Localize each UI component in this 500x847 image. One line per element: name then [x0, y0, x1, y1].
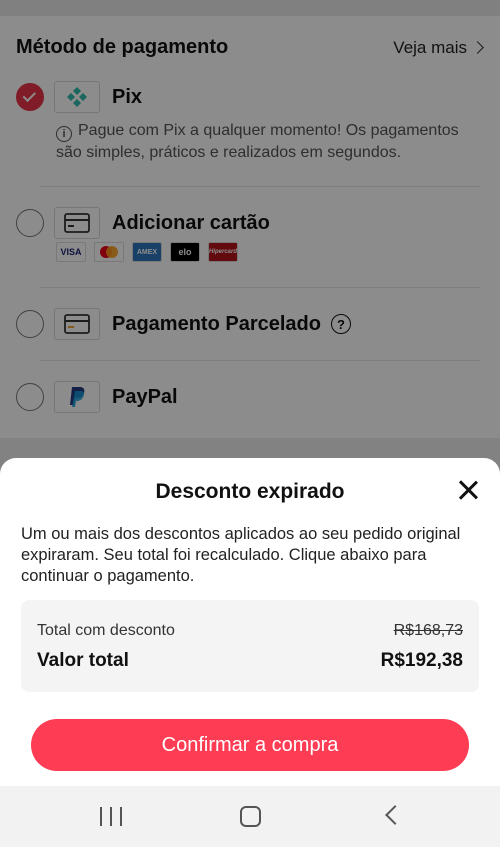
discount-total-label: Total com desconto	[37, 622, 175, 639]
discount-total-row: Total com desconto R$168,73	[37, 622, 463, 640]
discount-total-value: R$168,73	[393, 622, 463, 639]
price-summary: Total com desconto R$168,73 Valor total …	[21, 600, 479, 692]
discount-expired-sheet: Desconto expirado Um ou mais dos descont…	[0, 458, 500, 788]
grand-total-value: R$192,38	[380, 650, 463, 671]
recent-apps-icon[interactable]	[100, 807, 122, 826]
grand-total-row: Valor total R$192,38	[37, 650, 463, 672]
sheet-title: Desconto expirado	[155, 480, 345, 503]
back-icon[interactable]	[385, 805, 405, 825]
close-icon[interactable]	[456, 478, 480, 502]
confirm-purchase-button[interactable]: Confirmar a compra	[31, 719, 469, 771]
system-navigation-bar	[0, 786, 500, 847]
sheet-message: Um ou mais dos descontos aplicados ao se…	[21, 525, 461, 585]
grand-total-label: Valor total	[37, 650, 129, 671]
home-icon[interactable]	[240, 806, 261, 827]
